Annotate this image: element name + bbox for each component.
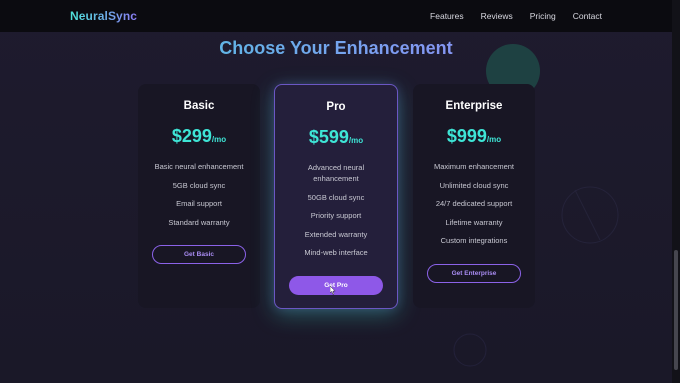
price-amount: $599 bbox=[308, 127, 349, 147]
section-title: Choose Your Enhancement bbox=[0, 38, 672, 59]
feature-item: 24/7 dedicated support bbox=[435, 199, 513, 208]
feature-item: 50GB cloud sync bbox=[307, 192, 365, 202]
price-period: /mo bbox=[348, 136, 364, 145]
pricing-card-enterprise: Enterprise $999/mo Maximum enhancement U… bbox=[413, 84, 535, 308]
pricing-card-basic: Basic $299/mo Basic neural enhancement 5… bbox=[138, 84, 260, 308]
page: NeuralSync Features Reviews Pricing Cont… bbox=[0, 0, 680, 383]
plan-price: $999/mo bbox=[413, 126, 535, 147]
feature-item: Lifetime warranty bbox=[445, 217, 503, 227]
nav-link-contact[interactable]: Contact bbox=[573, 11, 602, 21]
price-period: /mo bbox=[211, 135, 227, 144]
price-period: /mo bbox=[486, 135, 502, 144]
page-scrollbar[interactable] bbox=[672, 0, 680, 383]
feature-item: Mind-web interface bbox=[304, 248, 368, 257]
feature-item: Advanced neural enhancement bbox=[307, 163, 365, 183]
nav-link-features[interactable]: Features bbox=[430, 11, 464, 21]
feature-item: Custom integrations bbox=[440, 236, 508, 245]
brand-logo[interactable]: NeuralSync bbox=[70, 9, 137, 23]
feature-item: Email support bbox=[176, 199, 222, 208]
get-pro-button[interactable]: Get Pro bbox=[289, 276, 383, 295]
plan-price: $599/mo bbox=[275, 127, 397, 148]
plan-name: Enterprise bbox=[445, 100, 503, 112]
scrollbar-thumb[interactable] bbox=[674, 250, 678, 370]
feature-item: Unlimited cloud sync bbox=[439, 180, 509, 190]
plan-name: Basic bbox=[183, 100, 215, 112]
price-amount: $299 bbox=[171, 126, 212, 146]
feature-list: Advanced neural enhancement 50GB cloud s… bbox=[275, 162, 397, 266]
top-navbar: NeuralSync Features Reviews Pricing Cont… bbox=[0, 0, 672, 32]
feature-item: Priority support bbox=[310, 211, 362, 220]
plan-price: $299/mo bbox=[138, 126, 260, 147]
pricing-card-pro: Pro $599/mo Advanced neural enhancement … bbox=[274, 84, 398, 309]
feature-item: Extended warranty bbox=[304, 229, 368, 239]
get-enterprise-button[interactable]: Get Enterprise bbox=[427, 264, 521, 283]
feature-list: Basic neural enhancement 5GB cloud sync … bbox=[138, 161, 260, 235]
price-amount: $999 bbox=[446, 126, 487, 146]
nav-link-reviews[interactable]: Reviews bbox=[481, 11, 513, 21]
nav-link-pricing[interactable]: Pricing bbox=[530, 11, 556, 21]
feature-list: Maximum enhancement Unlimited cloud sync… bbox=[413, 161, 535, 254]
mouse-cursor-icon bbox=[330, 286, 336, 295]
nav-links: Features Reviews Pricing Contact bbox=[430, 11, 602, 21]
feature-item: 5GB cloud sync bbox=[172, 180, 226, 190]
get-basic-button[interactable]: Get Basic bbox=[152, 245, 246, 264]
feature-item: Standard warranty bbox=[168, 217, 230, 227]
plan-name: Pro bbox=[326, 101, 346, 113]
feature-item: Maximum enhancement bbox=[433, 162, 515, 171]
feature-item: Basic neural enhancement bbox=[154, 162, 244, 171]
